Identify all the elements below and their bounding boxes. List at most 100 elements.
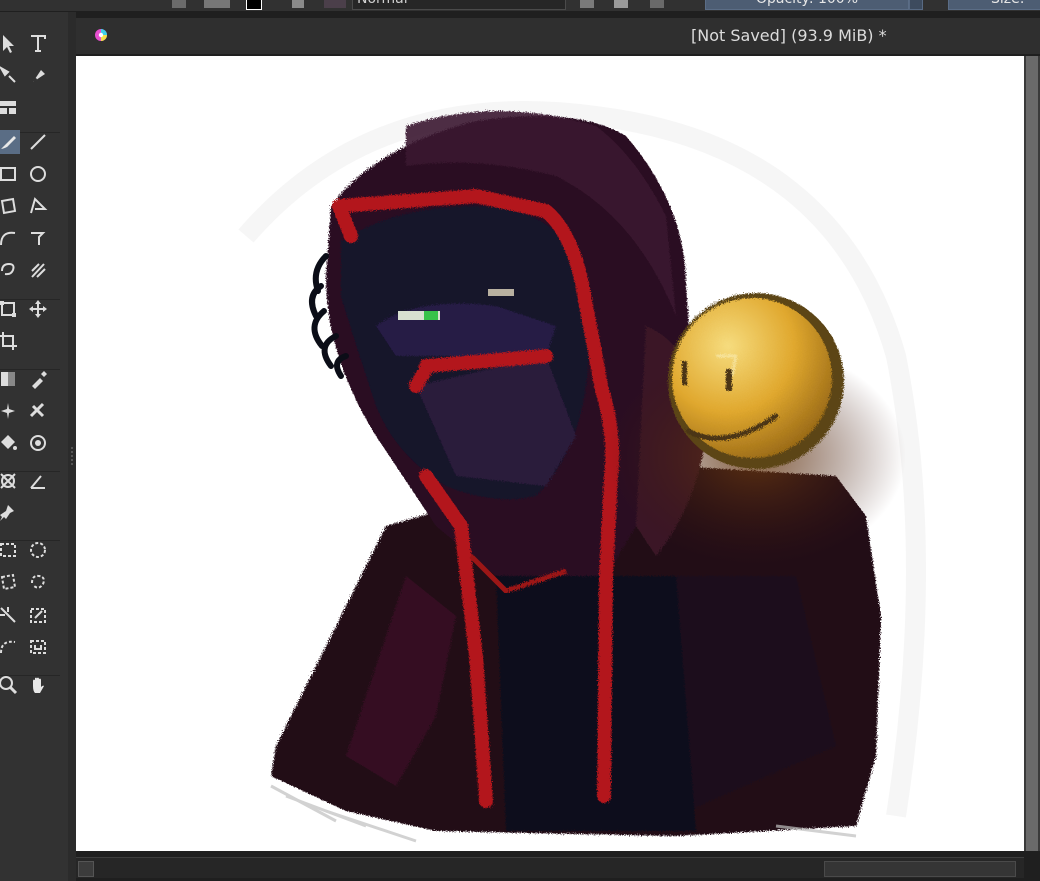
polyline-tool[interactable] <box>26 194 50 218</box>
rectangle-icon <box>0 167 16 181</box>
line-tool[interactable] <box>26 130 50 154</box>
move-tool[interactable] <box>26 297 50 321</box>
bezier-selection-tool[interactable] <box>0 635 20 659</box>
fill-icon <box>1 435 17 450</box>
opacity-spin-button[interactable] <box>909 0 923 10</box>
reload-preset-icon[interactable] <box>650 0 664 8</box>
erase-mode-icon[interactable] <box>580 0 594 8</box>
text-tool[interactable] <box>26 31 50 55</box>
dynamic-brush-icon <box>31 232 46 245</box>
edit-shapes-tool[interactable] <box>0 63 20 87</box>
document-tab-bar: [Not Saved] (93.9 MiB) * <box>76 18 1040 54</box>
pan-icon <box>33 677 44 693</box>
edit-shapes-icon <box>0 66 16 83</box>
top-toolbar: Normal Opacity: 100% Size: <box>0 0 1040 12</box>
polygonal-selection-tool[interactable] <box>0 570 20 594</box>
crop-icon <box>0 332 17 350</box>
ellipse-icon <box>30 166 46 182</box>
toolbox-splitter[interactable] <box>68 12 76 881</box>
assistant-tool[interactable] <box>26 399 50 423</box>
gradient-swatch[interactable] <box>204 0 230 8</box>
drawing-canvas[interactable] <box>76 56 1024 851</box>
color-picker-icon <box>32 371 47 389</box>
line-icon <box>30 134 46 150</box>
contiguous-selection-tool[interactable] <box>0 603 20 627</box>
document-title: [Not Saved] (93.9 MiB) * <box>691 26 887 45</box>
horizontal-scroll-thumb[interactable] <box>824 861 1016 877</box>
polygonal-selection-icon <box>0 573 17 591</box>
magnetic-selection-icon <box>30 640 46 654</box>
select-shapes-icon <box>3 35 14 53</box>
smiley-ball <box>668 293 844 469</box>
bezier-selection-icon <box>0 640 16 654</box>
artwork <box>238 101 926 843</box>
freehand-brush-tool[interactable] <box>0 130 20 154</box>
similar-color-selection-tool[interactable] <box>26 603 50 627</box>
color-swatch[interactable] <box>246 0 262 10</box>
measure-tool[interactable] <box>26 469 50 493</box>
pattern-edit-icon <box>0 101 16 114</box>
pattern-edit-tool[interactable] <box>0 95 20 119</box>
freehand-path-tool[interactable] <box>0 258 20 282</box>
document-area: [Not Saved] (93.9 MiB) * <box>76 12 1040 881</box>
calligraphy-tool[interactable] <box>26 63 50 87</box>
pin-tool[interactable] <box>0 501 20 525</box>
freehand-selection-tool[interactable] <box>26 570 50 594</box>
elliptical-selection-tool[interactable] <box>26 538 50 562</box>
freehand-brush-icon <box>1 136 16 149</box>
krita-app-icon <box>95 29 107 41</box>
calligraphy-icon <box>33 70 45 82</box>
gradient-tool[interactable] <box>0 367 20 391</box>
elliptical-selection-icon <box>30 542 46 558</box>
rectangle-tool[interactable] <box>0 162 20 186</box>
pin-icon <box>0 505 14 521</box>
multibrush-tool[interactable] <box>26 258 50 282</box>
smart-patch-tool[interactable] <box>0 399 20 423</box>
pattern-swatch[interactable] <box>172 0 186 8</box>
polyline-icon <box>30 197 48 214</box>
blend-mode-select[interactable]: Normal <box>352 0 566 10</box>
transform-tool[interactable] <box>0 297 20 321</box>
reference-images-icon <box>0 473 16 489</box>
enclose-fill-tool[interactable] <box>26 431 50 455</box>
size-slider[interactable]: Size: <box>948 0 1040 10</box>
contiguous-selection-icon <box>0 607 16 623</box>
crop-tool[interactable] <box>0 329 20 353</box>
smart-patch-icon <box>1 403 15 419</box>
rectangular-selection-icon <box>0 543 16 557</box>
color-picker-tool[interactable] <box>26 367 50 391</box>
brush-settings-icon[interactable] <box>292 0 304 8</box>
preserve-alpha-icon[interactable] <box>614 0 628 8</box>
brush-preset-thumbnail[interactable] <box>324 0 346 8</box>
pan-tool[interactable] <box>26 673 50 697</box>
reference-images-tool[interactable] <box>0 469 20 493</box>
ellipse-tool[interactable] <box>26 162 50 186</box>
gradient-icon <box>1 372 15 386</box>
freehand-selection-icon <box>31 574 45 589</box>
rectangular-selection-tool[interactable] <box>0 538 20 562</box>
scroll-left-arrow[interactable] <box>78 861 94 877</box>
similar-color-selection-icon <box>30 608 46 623</box>
vertical-scrollbar[interactable] <box>1024 56 1040 851</box>
measure-icon <box>30 475 45 489</box>
text-icon <box>31 35 46 52</box>
select-shapes-tool[interactable] <box>0 31 20 55</box>
freehand-path-icon <box>1 262 15 276</box>
horizontal-scrollbar[interactable] <box>76 857 1024 878</box>
toolbox-panel <box>0 12 69 881</box>
magnetic-selection-tool[interactable] <box>26 635 50 659</box>
enclose-fill-icon <box>30 435 46 451</box>
assistant-icon <box>29 402 45 418</box>
zoom-icon <box>0 676 18 695</box>
bezier-curve-icon <box>0 231 16 246</box>
transform-icon <box>0 301 16 317</box>
zoom-tool[interactable] <box>0 673 20 697</box>
opacity-slider[interactable]: Opacity: 100% <box>705 0 909 10</box>
right-eye <box>488 289 514 296</box>
fill-tool[interactable] <box>0 431 20 455</box>
multibrush-icon <box>31 263 46 278</box>
dynamic-brush-tool[interactable] <box>26 226 50 250</box>
polygon-icon <box>0 197 17 215</box>
bezier-curve-tool[interactable] <box>0 226 20 250</box>
polygon-tool[interactable] <box>0 194 20 218</box>
